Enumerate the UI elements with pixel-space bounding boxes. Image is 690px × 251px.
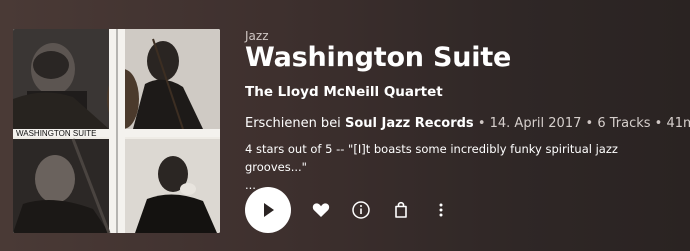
info-icon (352, 201, 370, 219)
favorite-button[interactable] (311, 200, 331, 220)
released-prefix: Erschienen bei (245, 116, 341, 131)
album-genre[interactable]: Jazz (245, 29, 269, 43)
review-text: 4 stars out of 5 -- "[I]t boasts some in… (245, 142, 618, 174)
album-controls (245, 185, 685, 235)
album-artist-link[interactable]: The Lloyd McNeill Quartet (245, 84, 443, 100)
more-vertical-icon (439, 203, 443, 217)
record-label-link[interactable]: Soul Jazz Records (345, 116, 474, 131)
album-cover-art: WASHINGTON SUITE (13, 29, 220, 233)
info-button[interactable] (351, 200, 371, 220)
play-button[interactable] (245, 187, 291, 233)
buy-button[interactable] (391, 200, 411, 220)
album-meta: Erschienen bei Soul Jazz Records • 14. A… (245, 116, 690, 131)
play-icon (264, 203, 274, 217)
release-date: 14. April 2017 (489, 116, 582, 131)
album-cover[interactable]: WASHINGTON SUITE (13, 29, 220, 233)
track-count: 6 Tracks (597, 116, 651, 131)
album-duration: 41m 11s (666, 116, 690, 131)
meta-separator: • (585, 116, 594, 131)
cover-title-text: WASHINGTON SUITE (16, 129, 96, 138)
more-options-button[interactable] (431, 200, 451, 220)
shopping-bag-icon (395, 201, 407, 218)
heart-icon (312, 203, 330, 217)
album-title: Washington Suite (245, 42, 512, 73)
meta-separator: • (654, 116, 663, 131)
meta-separator: • (477, 116, 486, 131)
